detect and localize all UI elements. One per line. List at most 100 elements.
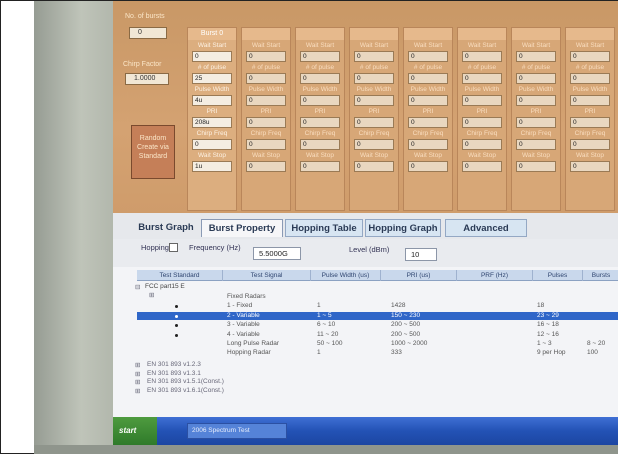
tree-expander-icon[interactable]: ⊟	[135, 283, 140, 291]
col-pulses[interactable]: Pulses	[533, 270, 583, 281]
table-row[interactable]: Hopping Radar 1 333 9 per Hop 100	[137, 349, 618, 358]
frequency-input[interactable]: 5.5000G	[253, 247, 301, 260]
chirp-freq-label: Chirp Freq	[196, 130, 228, 137]
wait-stop-field[interactable]: 0	[354, 161, 394, 172]
pulse-width-field[interactable]: 0	[300, 95, 340, 106]
num-pulse-field[interactable]: 0	[354, 73, 394, 84]
wait-start-field[interactable]: 0	[246, 51, 286, 62]
num-pulse-field[interactable]: 0	[300, 73, 340, 84]
num-pulse-field[interactable]: 25	[192, 73, 232, 84]
chirp-freq-field[interactable]: 0	[408, 139, 448, 150]
table-row[interactable]: 2 - Variable 1 ~ 5 150 ~ 230 23 ~ 29	[137, 311, 618, 321]
col-test-signal[interactable]: Test Signal	[223, 270, 311, 281]
col-pri[interactable]: PRI (us)	[381, 270, 457, 281]
wait-start-field[interactable]: 0	[192, 51, 232, 62]
chirp-freq-field[interactable]: 0	[462, 139, 502, 150]
num-pulse-field[interactable]: 0	[570, 73, 610, 84]
tab-hopping-table[interactable]: Hopping Table	[285, 219, 363, 237]
pulse-width-field[interactable]: 4u	[192, 95, 232, 106]
hopping-checkbox[interactable]	[169, 243, 178, 252]
wait-stop-field[interactable]: 0	[570, 161, 610, 172]
taskbar-item[interactable]: 2006 Spectrum Test	[187, 423, 287, 439]
table-row[interactable]: Fixed Radars	[137, 293, 618, 302]
chirp-freq-field[interactable]: 0	[246, 139, 286, 150]
standard-item[interactable]: EN 301 893 v1.5.1(Const.)	[147, 378, 224, 385]
table-row[interactable]: 1 - Fixed 1 1428 18	[137, 302, 618, 311]
wait-stop-field[interactable]: 0	[300, 161, 340, 172]
pulse-width-field[interactable]: 0	[354, 95, 394, 106]
num-pulse-field[interactable]: 0	[516, 73, 556, 84]
wait-stop-field[interactable]: 1u	[192, 161, 232, 172]
pri-label: PRI	[422, 108, 434, 115]
chirp-freq-field[interactable]: 0	[516, 139, 556, 150]
num-pulse-field[interactable]: 0	[408, 73, 448, 84]
table-row[interactable]: Long Pulse Radar 50 ~ 100 1000 ~ 2000 1 ~ 3…	[137, 340, 618, 349]
tab-burst-property[interactable]: Burst Property	[201, 219, 283, 237]
tree-expander-icon[interactable]: ⊞	[135, 361, 140, 369]
pulse-width-label: Pulse Width	[410, 86, 446, 93]
chirp-freq-field[interactable]: 0	[354, 139, 394, 150]
wait-start-field[interactable]: 0	[300, 51, 340, 62]
tree-expander-icon[interactable]: ⊞	[135, 378, 140, 386]
wait-start-field[interactable]: 0	[354, 51, 394, 62]
chirp-freq-field[interactable]: 0	[192, 139, 232, 150]
wait-stop-field[interactable]: 0	[516, 161, 556, 172]
pulse-width-label: Pulse Width	[572, 86, 608, 93]
col-bursts[interactable]: Bursts	[583, 270, 618, 281]
wait-start-field[interactable]: 0	[570, 51, 610, 62]
wait-stop-field[interactable]: 0	[408, 161, 448, 172]
num-pulse-field[interactable]: 0	[462, 73, 502, 84]
start-button[interactable]: start	[113, 417, 157, 445]
pulse-width-field[interactable]: 0	[570, 95, 610, 106]
chirp-freq-label: Chirp Freq	[412, 130, 444, 137]
hopping-options-row: Hopping Frequency (Hz) 5.5000G Level (dB…	[113, 239, 618, 267]
chirp-freq-field[interactable]: 0	[300, 139, 340, 150]
pulse-width-field[interactable]: 0	[462, 95, 502, 106]
tab-burst-graph[interactable]: Burst Graph	[135, 219, 197, 237]
pri-field[interactable]: 0	[408, 117, 448, 128]
tab-advanced[interactable]: Advanced	[445, 219, 527, 237]
chirp-freq-field[interactable]: 0	[570, 139, 610, 150]
table-row[interactable]: 4 - Variable 11 ~ 20 200 ~ 500 12 ~ 16	[137, 331, 618, 340]
pulse-width-field[interactable]: 0	[516, 95, 556, 106]
standard-item[interactable]: EN 301 893 v1.3.1	[147, 370, 201, 377]
wait-start-field[interactable]: 0	[462, 51, 502, 62]
pri-field[interactable]: 0	[354, 117, 394, 128]
pri-field[interactable]: 0	[300, 117, 340, 128]
pulse-width-field[interactable]: 0	[246, 95, 286, 106]
level-input[interactable]: 10	[405, 248, 437, 261]
table-row[interactable]: 3 - Variable 6 ~ 10 200 ~ 500 16 ~ 18	[137, 321, 618, 330]
col-prf[interactable]: PRF (Hz)	[457, 270, 533, 281]
pri-field[interactable]: 0	[462, 117, 502, 128]
cell-pri: 200 ~ 500	[391, 330, 421, 338]
pri-field[interactable]: 0	[246, 117, 286, 128]
wait-stop-label: Wait Stop	[576, 152, 604, 159]
pri-field[interactable]: 208u	[192, 117, 232, 128]
bursts-count-field[interactable]: 0	[129, 27, 167, 39]
cell-pri: 1000 ~ 2000	[391, 340, 428, 347]
tree-bullet-icon	[175, 305, 178, 309]
group-fcc[interactable]: FCC part15 E	[145, 283, 185, 290]
num-pulse-field[interactable]: 0	[246, 73, 286, 84]
pri-label: PRI	[206, 108, 218, 115]
hopping-table: Test Standard Test Signal Pulse Width (u…	[113, 267, 618, 417]
pri-field[interactable]: 0	[570, 117, 610, 128]
burst-column-2: Wait Start 0 # of pulse 0 Pulse Width 0 PRI 0 Ch…	[295, 27, 345, 211]
standard-item[interactable]: EN 301 893 v1.2.3	[147, 361, 201, 368]
wait-stop-field[interactable]: 0	[462, 161, 502, 172]
col-test-standard[interactable]: Test Standard	[137, 270, 223, 281]
tab-hopping-graph[interactable]: Hopping Graph	[365, 219, 441, 237]
wait-start-field[interactable]: 0	[408, 51, 448, 62]
tree-expander-icon[interactable]: ⊞	[135, 370, 140, 378]
pri-field[interactable]: 0	[516, 117, 556, 128]
col-pulse-width[interactable]: Pulse Width (us)	[311, 270, 381, 281]
wait-start-field[interactable]: 0	[516, 51, 556, 62]
burst-header	[242, 28, 290, 40]
random-create-button[interactable]: Random Create via Standard	[131, 125, 175, 179]
tree-expander-icon[interactable]: ⊞	[135, 387, 140, 395]
num-pulse-label: # of pulse	[251, 64, 281, 71]
standard-item[interactable]: EN 301 893 v1.6.1(Const.)	[147, 387, 224, 394]
pulse-width-field[interactable]: 0	[408, 95, 448, 106]
chirp-factor-field[interactable]: 1.0000	[125, 73, 169, 85]
wait-stop-field[interactable]: 0	[246, 161, 286, 172]
